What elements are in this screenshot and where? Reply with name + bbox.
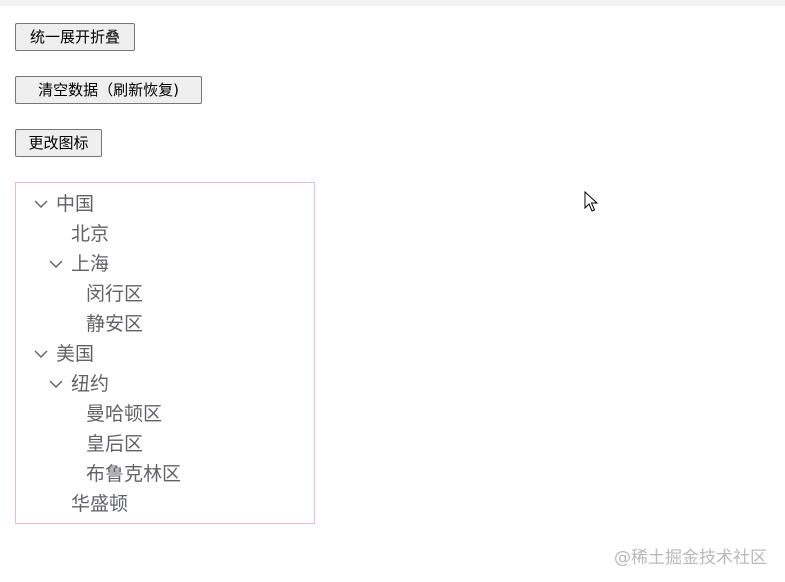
tree-node-label: 静安区 [86,313,144,335]
tree-node-label: 纽约 [71,373,110,395]
tree-panel: 中国 北京 上海 闵行区 静安区 美国 纽约 曼哈顿区 皇后区 布鲁克林区 华盛… [15,182,315,524]
tree-node-label: 布鲁克林区 [86,463,182,485]
tree-node-label: 上海 [71,253,110,275]
chevron-down-icon[interactable] [47,369,65,399]
tree-node-beijing[interactable]: 北京 [16,219,314,249]
tree-node-shanghai[interactable]: 上海 [16,249,314,279]
chevron-down-icon[interactable] [32,339,50,369]
tree-node-washington[interactable]: 华盛顿 [16,489,314,519]
tree-node-label: 美国 [56,343,95,365]
tree-node-label: 北京 [71,223,110,245]
tree-node-china[interactable]: 中国 [16,189,314,219]
mouse-pointer-icon [584,190,599,217]
tree-node-jingan[interactable]: 静安区 [16,309,314,339]
tree-node-queens[interactable]: 皇后区 [16,429,314,459]
tree-node-minhang[interactable]: 闵行区 [16,279,314,309]
top-strip [0,0,785,6]
clear-data-button[interactable]: 清空数据（刷新恢复) [15,76,202,104]
tree-node-label: 皇后区 [86,433,144,455]
change-icon-button[interactable]: 更改图标 [15,129,102,157]
toggle-expand-collapse-button[interactable]: 统一展开折叠 [15,23,135,51]
tree-node-manhattan[interactable]: 曼哈顿区 [16,399,314,429]
tree-node-label: 中国 [56,193,95,215]
chevron-down-icon[interactable] [32,189,50,219]
tree-node-brooklyn[interactable]: 布鲁克林区 [16,459,314,489]
chevron-down-icon[interactable] [47,249,65,279]
tree-node-usa[interactable]: 美国 [16,339,314,369]
tree-node-label: 闵行区 [86,283,144,305]
watermark-text: @稀土掘金技术社区 [614,548,767,568]
tree-node-label: 曼哈顿区 [86,403,163,425]
tree-node-label: 华盛顿 [71,493,129,515]
tree-node-newyork[interactable]: 纽约 [16,369,314,399]
